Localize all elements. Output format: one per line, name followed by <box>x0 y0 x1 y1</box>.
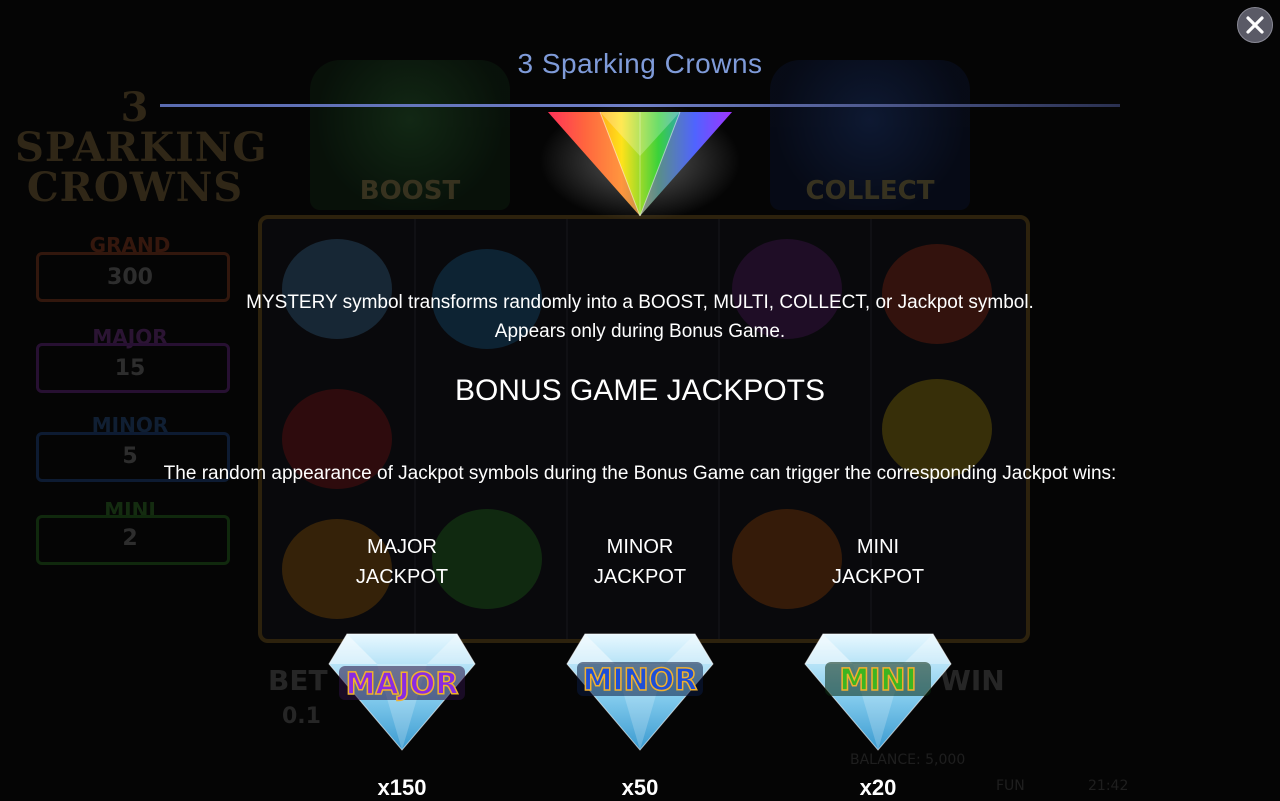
jackpot-major-label: MAJOR JACKPOT <box>282 532 522 592</box>
jackpot-minor-line2: JACKPOT <box>593 566 687 588</box>
jackpot-mini-label: MINI JACKPOT <box>758 532 998 592</box>
page-title: 3 Sparking Crowns <box>517 48 763 79</box>
jackpot-mini-line2: JACKPOT <box>831 566 925 588</box>
mystery-rainbow-diamond-icon <box>540 106 740 220</box>
jackpot-major-line2: JACKPOT <box>355 566 449 588</box>
major-diamond-icon: MAJOR <box>328 633 476 751</box>
mystery-note: Appears only during Bonus Game. <box>494 321 786 342</box>
balance-text: BALANCE: 5,000 <box>850 752 966 768</box>
collect-crown-label: COLLECT <box>805 176 935 206</box>
close-icon <box>1246 16 1264 34</box>
jackpot-major-line1: MAJOR <box>367 536 437 558</box>
side-value-mini: 2 <box>122 526 138 551</box>
mini-diamond-icon: MINI <box>804 633 952 751</box>
clock-text: 21:42 <box>1088 778 1129 794</box>
minor-diamond-icon: MINOR <box>566 633 714 751</box>
jackpot-mini: MINI JACKPOT MINI <box>758 532 998 752</box>
collect-crown: COLLECT <box>770 60 970 210</box>
mystery-description: MYSTERY symbol transforms randomly into … <box>246 292 1034 313</box>
jackpot-minor-line1: MINOR <box>606 536 674 558</box>
close-button[interactable] <box>1237 7 1273 43</box>
jackpots-description: The random appearance of Jackpot symbols… <box>163 463 1117 484</box>
major-badge-text: MAJOR <box>346 667 459 702</box>
jackpot-minor: MINOR JACKPOT MINOR <box>520 532 760 752</box>
jackpot-major-multiplier: x150 <box>377 775 427 800</box>
jackpot-minor-multiplier: x50 <box>621 775 659 800</box>
jackpot-minor-label: MINOR JACKPOT <box>520 532 760 592</box>
side-value-grand: 300 <box>107 265 153 290</box>
mystery-description-block: MYSTERY symbol transforms randomly into … <box>140 288 1140 346</box>
jackpots-heading: BONUS GAME JACKPOTS <box>454 374 826 407</box>
jackpot-mini-line1: MINI <box>856 536 900 558</box>
boost-crown-label: BOOST <box>359 176 461 206</box>
mode-text: FUN <box>996 778 1025 794</box>
boost-crown: BOOST <box>310 60 510 210</box>
jackpot-major: MAJOR JACKPOT MAJOR <box>282 532 522 752</box>
minor-badge-text: MINOR <box>583 663 698 698</box>
jackpot-mini-multiplier: x20 <box>859 775 897 800</box>
mini-badge-text: MINI <box>839 663 916 698</box>
